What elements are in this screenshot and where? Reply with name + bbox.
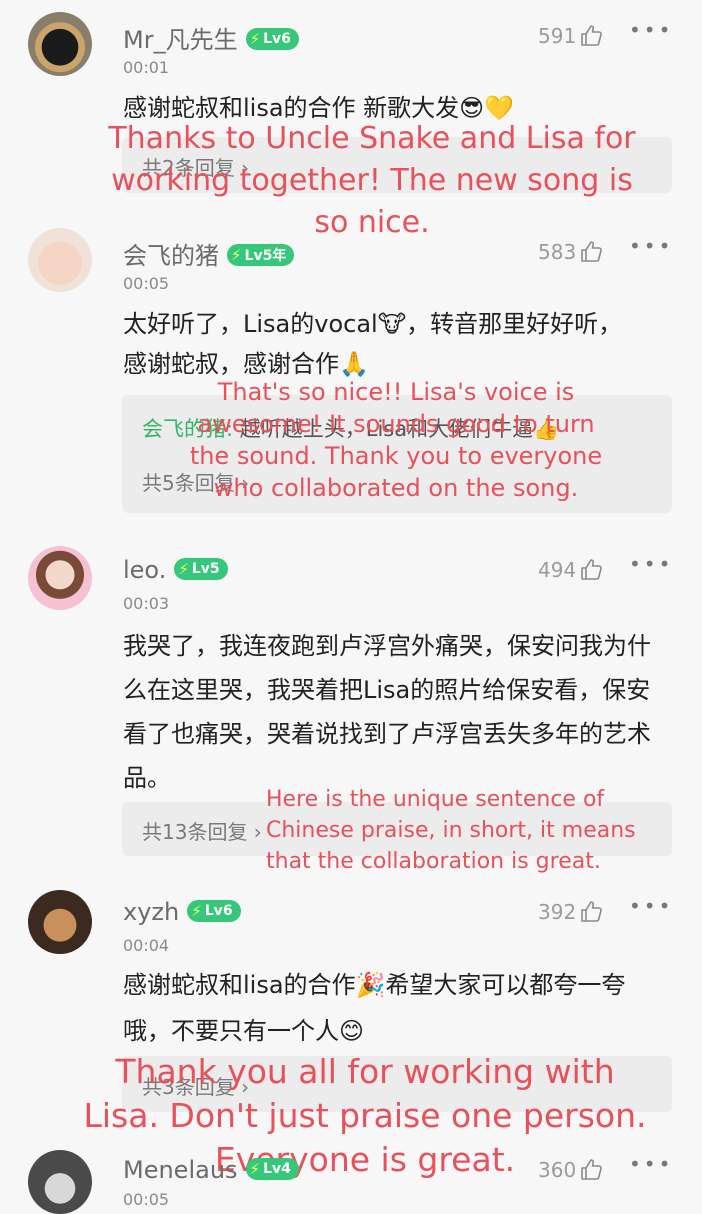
thumbs-up-icon xyxy=(581,25,603,46)
thumbs-up-icon xyxy=(581,1159,603,1180)
more-dots-icon[interactable]: ••• xyxy=(629,234,673,258)
username[interactable]: xyzh ⚡ Lv6 xyxy=(123,898,241,926)
lightning-icon: ⚡ xyxy=(231,246,242,264)
like-button[interactable]: 392 xyxy=(538,900,604,924)
timestamp: 00:04 xyxy=(123,936,170,955)
username[interactable]: 会飞的猪 ⚡ Lv5年 xyxy=(123,236,295,271)
like-button[interactable]: 583 xyxy=(538,240,604,264)
level-badge: ⚡ Lv4 xyxy=(245,1158,299,1180)
thumbs-up-icon xyxy=(581,559,603,580)
avatar[interactable] xyxy=(28,546,92,610)
comment-text: 太好听了，Lisa的vocal🐮，转音那里好好听，感谢蛇叔，感谢合作🙏 xyxy=(123,310,623,378)
level-badge: ⚡ Lv6 xyxy=(245,28,299,50)
username[interactable]: Menelaus ⚡ Lv4 xyxy=(123,1156,299,1184)
timestamp: 00:05 xyxy=(123,274,170,293)
translation-overlay: That's so nice!! Lisa's voice is awesome… xyxy=(189,378,603,502)
translation-overlay: Thanks to Uncle Snake and Lisa for worki… xyxy=(108,121,636,240)
lightning-icon: ⚡ xyxy=(249,1160,261,1178)
lightning-icon: ⚡ xyxy=(178,560,189,578)
lightning-icon: ⚡ xyxy=(249,30,261,48)
like-button[interactable]: 591 xyxy=(538,24,604,48)
timestamp: 00:03 xyxy=(123,594,170,613)
more-dots-icon[interactable]: ••• xyxy=(629,894,673,918)
comment-text: 感谢蛇叔和lisa的合作🎉希望大家可以都夸一夸哦，不要只有一个人😊 xyxy=(123,971,626,1045)
level-badge: ⚡ Lv5年 xyxy=(227,244,295,266)
like-button[interactable]: 360 xyxy=(538,1158,604,1182)
more-dots-icon[interactable]: ••• xyxy=(629,1152,673,1176)
avatar[interactable] xyxy=(28,1150,92,1214)
translation-overlay: Here is the unique sentence of Chinese p… xyxy=(266,787,636,874)
thumbs-up-icon xyxy=(581,241,603,262)
avatar[interactable] xyxy=(28,228,92,292)
timestamp: 00:01 xyxy=(123,58,170,77)
username[interactable]: leo. ⚡ Lv5 xyxy=(123,556,228,584)
avatar[interactable] xyxy=(28,890,92,954)
more-dots-icon[interactable]: ••• xyxy=(629,552,673,576)
avatar[interactable] xyxy=(28,12,92,76)
like-button[interactable]: 494 xyxy=(538,558,604,582)
thumbs-up-icon xyxy=(581,901,603,922)
level-badge: ⚡ Lv6 xyxy=(187,900,241,922)
more-dots-icon[interactable]: ••• xyxy=(629,18,673,42)
lightning-icon: ⚡ xyxy=(191,902,202,920)
comment-text: 我哭了，我连夜跑到卢浮宫外痛哭，保安问我为什么在这里哭，我哭着把Lisa的照片给… xyxy=(123,632,651,792)
reply-count[interactable]: 共13条回复 › xyxy=(142,816,262,845)
level-badge: ⚡ Lv5 xyxy=(174,558,228,580)
username[interactable]: Mr_凡先生 ⚡ Lv6 xyxy=(123,20,299,55)
